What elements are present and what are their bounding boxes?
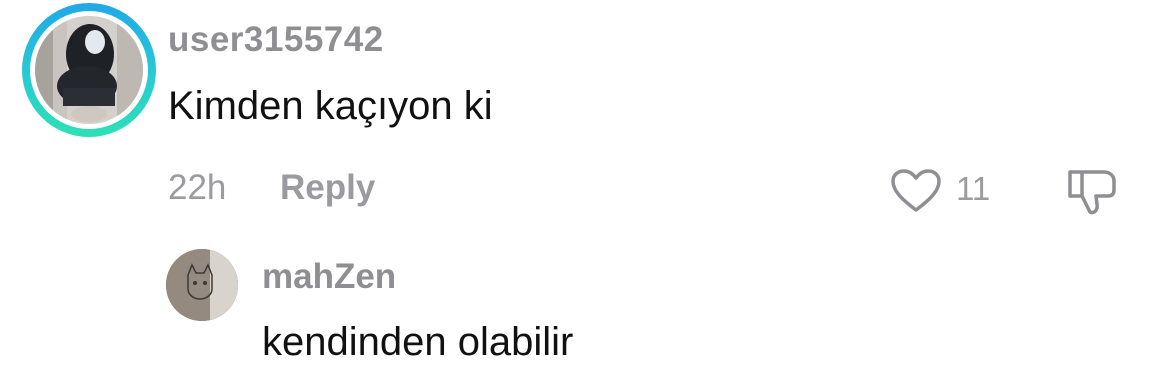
reply-text: kendinden olabilir <box>262 320 574 364</box>
thumbs-down-outline-icon[interactable] <box>1064 164 1122 216</box>
heart-outline-icon[interactable] <box>890 168 942 214</box>
comment-timestamp: 22h <box>168 168 227 207</box>
reply-button[interactable]: Reply <box>280 168 375 208</box>
like-count: 11 <box>956 170 991 207</box>
reply-avatar-photo <box>166 249 238 321</box>
reply-username[interactable]: mahZen <box>262 257 396 297</box>
comment-username[interactable]: user3155742 <box>168 20 384 60</box>
comment: user3155742 Kimden kaçıyon ki 22h Reply … <box>0 0 1164 240</box>
user-avatar-story-ring[interactable] <box>22 3 156 137</box>
comment-text: Kimden kaçıyon ki <box>168 84 493 128</box>
reply-avatar[interactable] <box>166 249 238 321</box>
user-avatar-photo <box>35 16 143 124</box>
user-avatar <box>35 16 143 124</box>
user-avatar-frame <box>30 11 148 129</box>
